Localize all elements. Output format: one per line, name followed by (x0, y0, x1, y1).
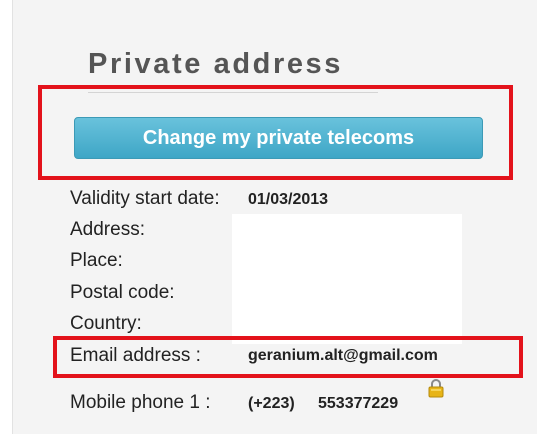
address-label: Address: (70, 219, 145, 240)
lock-icon (428, 379, 444, 398)
validity-start-date-value: 01/03/2013 (248, 191, 329, 208)
validity-start-date-label: Validity start date: (70, 188, 220, 209)
section-title: Private address (88, 48, 344, 80)
highlight-box-email (53, 336, 523, 378)
country-label: Country: (70, 313, 142, 334)
mobile-phone-1-number: 553377229 (318, 395, 399, 412)
postal-code-label: Postal code: (70, 282, 175, 303)
mobile-phone-1-label: Mobile phone 1 : (70, 392, 211, 413)
place-label: Place: (70, 250, 123, 271)
highlight-box-telecoms-button (38, 85, 513, 180)
redacted-block-address (232, 214, 462, 344)
mobile-phone-1-country-code: (+223) (248, 395, 295, 412)
